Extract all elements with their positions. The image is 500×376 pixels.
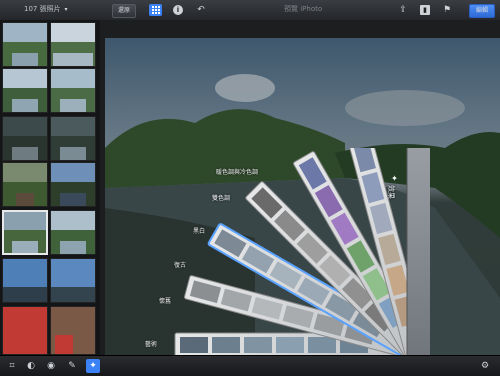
info-icon[interactable]: i [173, 5, 183, 15]
crop-icon[interactable]: ⌗ [6, 360, 18, 372]
thumbnail[interactable] [50, 258, 96, 303]
thumbnail[interactable] [50, 22, 96, 67]
brush-icon[interactable]: ✎ [65, 360, 79, 372]
exposure-icon[interactable]: ◐ [25, 360, 37, 372]
thumbnail[interactable] [2, 116, 48, 161]
done-button[interactable]: 編輯 [469, 4, 495, 18]
thumbnail[interactable] [50, 306, 96, 355]
thumbnail[interactable] [2, 22, 48, 67]
thumbnail[interactable] [50, 210, 96, 255]
thumbnail[interactable] [50, 116, 96, 161]
thumbnail[interactable] [50, 68, 96, 113]
chevron-down-icon[interactable]: ▾ [62, 5, 70, 13]
fan-strip-header[interactable] [406, 148, 430, 363]
trash-icon[interactable]: ▮ [420, 5, 430, 15]
fan-label-art[interactable]: 藝術 [145, 339, 157, 348]
photo-count-label[interactable]: 107 張照片 [24, 4, 61, 14]
effects-icon[interactable]: ✦ [86, 359, 100, 373]
fan-label-vintage[interactable]: 復古 [174, 260, 186, 269]
share-icon[interactable]: ⇪ [397, 4, 409, 16]
undo-icon[interactable]: ↶ [195, 4, 207, 16]
bottom-toolbar: ⌗ ◐ ◉ ✎ ✦ ⚙ [0, 355, 500, 376]
thumbnail[interactable] [2, 68, 48, 113]
revert-button[interactable]: 還原 [112, 4, 136, 18]
gear-icon[interactable]: ⚙ [479, 360, 491, 372]
window-title: 預覽 iPhoto [284, 5, 323, 13]
thumbnail[interactable] [2, 162, 48, 207]
flag-icon[interactable]: ⚑ [441, 5, 453, 15]
fan-label-nostalgia[interactable]: 懷舊 [159, 296, 171, 305]
thumbnail[interactable] [2, 258, 48, 303]
fan-header-label: 效果 [387, 185, 395, 199]
grid-icon[interactable] [149, 4, 162, 16]
thumbnail-sidebar [0, 20, 100, 355]
thumbnail[interactable] [2, 306, 48, 355]
color-icon[interactable]: ◉ [45, 360, 57, 372]
fan-label-bw[interactable]: 黑白 [193, 226, 205, 235]
thumbnail-selected[interactable] [2, 210, 48, 255]
fan-label-warm-cool[interactable]: 暖色調與冷色調 [216, 167, 258, 176]
top-toolbar: 107 張照片 ▾ 還原 i ↶ 預覽 iPhoto ⇪ ▮ ⚑ 編輯 [0, 0, 500, 21]
sparkle-icon: ✦ [391, 174, 398, 183]
fan-label-duotone[interactable]: 雙色調 [212, 193, 230, 202]
thumbnail[interactable] [50, 162, 96, 207]
